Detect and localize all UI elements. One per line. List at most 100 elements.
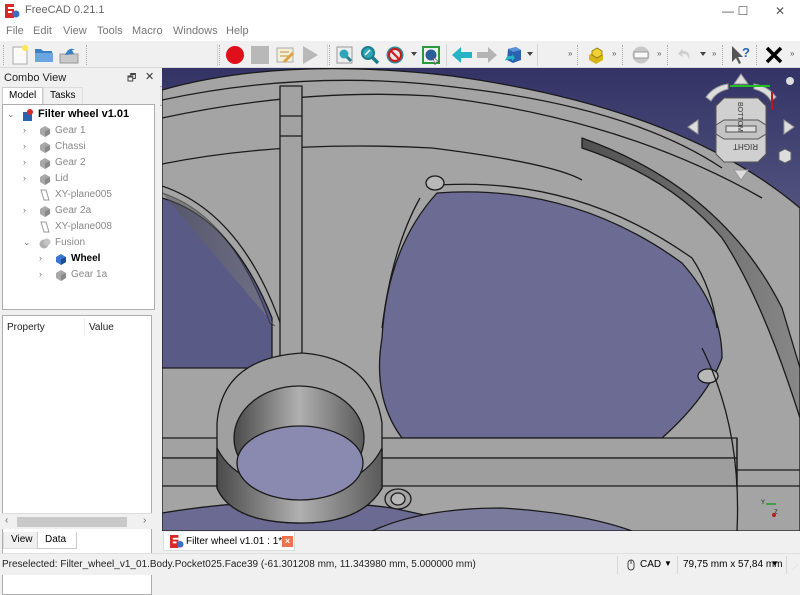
record-macro-button[interactable] [224,44,246,66]
toolbar-handle[interactable] [622,45,624,65]
scrollbar-thumb[interactable] [17,517,127,527]
chevron-right-icon[interactable]: › [23,157,26,167]
chevron-right-icon[interactable]: › [23,205,26,215]
tree-item-wheel[interactable]: › Wheel [3,251,153,267]
draw-style-button[interactable] [384,44,406,66]
back-button[interactable] [451,44,473,66]
chevron-down-icon[interactable]: ⌄ [23,237,31,248]
menu-windows[interactable]: Windows [173,25,218,37]
tree-item-gear-2[interactable]: › Gear 2 [3,155,153,171]
save-document-button[interactable] [58,44,80,66]
tree-item-lid[interactable]: › Lid [3,171,153,187]
close-panel-icon[interactable]: ✕ [145,70,154,83]
bounding-box-button[interactable] [420,44,442,66]
close-window-button[interactable]: ✕ [765,0,795,22]
nav-arrow-right-icon[interactable] [783,119,795,135]
nav-isometric-icon[interactable] [778,148,792,164]
chevron-down-icon: ▼ [771,559,779,568]
navigation-style-value: CAD [640,559,662,570]
std-views-button[interactable] [502,44,524,66]
nav-menu-icon[interactable] [786,77,794,85]
value-column-header[interactable]: Value [89,322,114,333]
tree-item-xy-plane005[interactable]: XY-plane005 [3,187,153,203]
fit-all-button[interactable] [334,44,356,66]
close-tab-icon[interactable]: × [282,536,293,547]
chevron-right-icon[interactable]: › [39,269,42,279]
menu-edit[interactable]: Edit [33,25,52,37]
maximize-button[interactable]: ☐ [728,0,758,22]
tree-item-gear-1a[interactable]: › Gear 1a [3,267,153,283]
tree-item-gear-1[interactable]: › Gear 1 [3,123,153,139]
document-tab[interactable]: Filter wheel v1.01 : 1* × [163,532,295,551]
toolbar-handle[interactable] [219,45,221,65]
status-divider [786,556,787,574]
toolbar-handle[interactable] [722,45,724,65]
toolbar-handle[interactable] [86,45,88,65]
scroll-left-icon[interactable]: ‹ [5,515,8,526]
tab-data-label: Data [45,534,67,545]
navigation-cube[interactable]: BOTTOM RIGHT [682,70,800,188]
toolbar-overflow-button[interactable]: » [712,49,716,58]
stop-macro-button[interactable] [249,44,271,66]
nav-face-right[interactable]: RIGHT [733,142,758,151]
open-document-button[interactable] [33,44,55,66]
float-panel-icon[interactable]: 🗗 [127,71,136,88]
toolbar-overflow-button[interactable]: » [612,49,616,58]
body-icon [40,206,50,217]
toolbar-handle[interactable] [3,45,5,65]
menu-help[interactable]: Help [226,25,249,37]
tab-view[interactable]: View [3,532,41,549]
nav-face-bottom[interactable]: BOTTOM [736,102,743,132]
std-views-dropdown[interactable] [527,52,533,56]
scroll-right-icon[interactable]: › [143,515,146,526]
close-x-button[interactable] [763,44,785,66]
tree-item-chassi[interactable]: › Chassi [3,139,153,155]
menu-view[interactable]: View [63,25,87,37]
tree-item-xy-plane008[interactable]: XY-plane008 [3,219,153,235]
3d-viewport[interactable]: BOTTOM RIGHT Y Z [162,68,800,531]
chevron-right-icon[interactable]: › [39,253,42,263]
nav-arrow-down-icon[interactable] [733,169,749,181]
toolbar-handle[interactable] [667,45,669,65]
draw-style-dropdown[interactable] [411,52,417,56]
edit-macro-button[interactable] [274,44,296,66]
tree-item-document[interactable]: ⌄ Filter wheel v1.01 [3,107,153,123]
toolbar-overflow-button[interactable]: » [657,49,661,58]
chevron-down-icon[interactable]: ⌄ [7,109,15,120]
dimension-selector[interactable]: 79,75 mm x 57,84 mm ▼ [683,558,783,573]
nav-arrow-up-icon[interactable] [733,73,749,85]
tab-model[interactable]: Model [2,87,44,104]
fit-selection-icon [361,46,380,65]
toolbar-handle[interactable] [756,45,758,65]
toolbar-handle[interactable] [577,45,579,65]
tree-item-gear-2a[interactable]: › Gear 2a [3,203,153,219]
nav-arrow-left-icon[interactable] [687,119,699,135]
undo-button[interactable] [675,44,697,66]
undo-icon [678,49,690,60]
model-tree[interactable]: ⌄ Filter wheel v1.01 › Gear 1 › Chassi ›… [2,104,155,310]
whats-this-button[interactable]: ? [729,44,751,66]
tree-item-fusion[interactable]: ⌄ Fusion [3,235,153,251]
tab-data[interactable]: Data [37,532,77,549]
toolbar-overflow-button[interactable]: » [790,49,794,58]
horizontal-scrollbar[interactable]: ‹ › [2,513,152,529]
property-column-header[interactable]: Property [7,322,45,333]
resize-grip-icon[interactable]: ⋰ [792,564,798,571]
toolbar-handle[interactable] [329,45,331,65]
chevron-right-icon[interactable]: › [23,173,26,183]
navigation-style-selector[interactable]: CAD ▼ [625,558,673,573]
chevron-right-icon[interactable]: › [23,125,26,135]
new-document-button[interactable] [9,44,31,66]
menu-macro[interactable]: Macro [132,25,163,37]
sketch-button[interactable] [630,44,652,66]
forward-button[interactable] [476,44,498,66]
toolbar-overflow-button[interactable]: » [568,49,572,58]
chevron-right-icon[interactable]: › [23,141,26,151]
run-macro-button[interactable] [299,44,321,66]
fit-selection-button[interactable] [359,44,381,66]
menu-file[interactable]: File [6,25,24,37]
menu-tools[interactable]: Tools [97,25,123,37]
tab-tasks[interactable]: Tasks [43,87,83,104]
undo-dropdown[interactable] [700,52,706,56]
part-button[interactable] [585,44,607,66]
